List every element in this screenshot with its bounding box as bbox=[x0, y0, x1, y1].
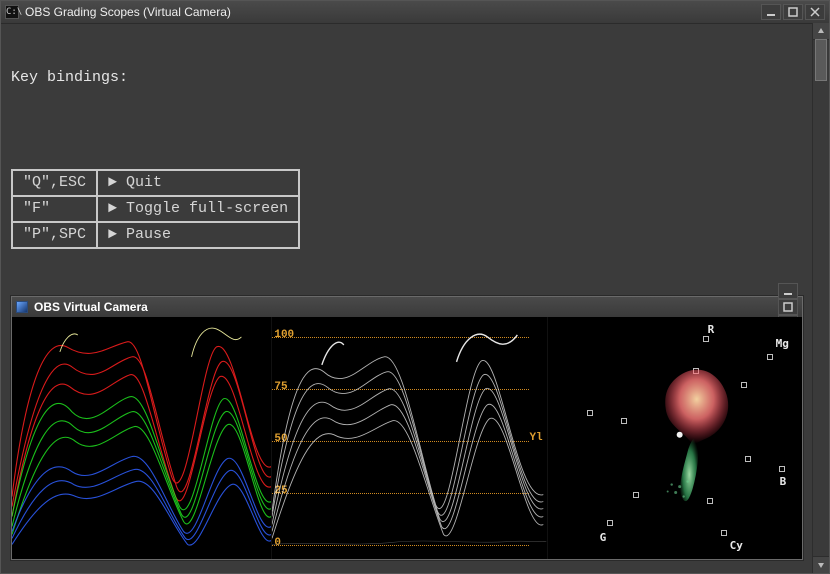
luma-waveform-graphic bbox=[272, 317, 546, 556]
main-titlebar[interactable]: C:\ OBS Grading Scopes (Virtual Camera) bbox=[1, 1, 829, 24]
desc-cell: ► Pause bbox=[97, 222, 299, 248]
vectorscope-trace bbox=[548, 317, 802, 556]
key-cell: "F" bbox=[12, 196, 97, 222]
table-row: "P",SPC ► Pause bbox=[12, 222, 299, 248]
rgb-parade-scope bbox=[12, 317, 272, 559]
vertical-scrollbar[interactable] bbox=[812, 23, 829, 573]
keybindings-table: "Q",ESC ► Quit "F" ► Toggle full-screen … bbox=[11, 169, 300, 249]
keybindings-heading: Key bindings: bbox=[11, 69, 803, 87]
arrow-icon: ► bbox=[108, 174, 117, 191]
main-title: OBS Grading Scopes (Virtual Camera) bbox=[25, 5, 761, 19]
console-icon: C:\ bbox=[5, 5, 19, 19]
desc-cell: ► Toggle full-screen bbox=[97, 196, 299, 222]
arrow-icon: ► bbox=[108, 226, 117, 243]
vectorscope: R Mg B Cy G bbox=[548, 317, 802, 559]
maximize-button[interactable] bbox=[783, 4, 803, 20]
close-button[interactable] bbox=[805, 4, 825, 20]
scroll-down-button[interactable] bbox=[813, 556, 829, 573]
key-cell: "P",SPC bbox=[12, 222, 97, 248]
maximize-button[interactable] bbox=[778, 299, 798, 315]
table-row: "Q",ESC ► Quit bbox=[12, 170, 299, 196]
luma-waveform-scope: 100 75 50 25 0 Yl bbox=[272, 317, 547, 559]
table-row: "F" ► Toggle full-screen bbox=[12, 196, 299, 222]
app-icon bbox=[16, 301, 28, 313]
rgb-waveform-graphic bbox=[12, 317, 271, 556]
scroll-up-button[interactable] bbox=[813, 23, 829, 40]
main-window: C:\ OBS Grading Scopes (Virtual Camera) … bbox=[0, 0, 830, 574]
minimize-button[interactable] bbox=[761, 4, 781, 20]
desc-cell: ► Quit bbox=[97, 170, 299, 196]
preview-titlebar[interactable]: OBS Virtual Camera bbox=[12, 297, 802, 317]
minimize-button[interactable] bbox=[778, 283, 798, 299]
key-cell: "Q",ESC bbox=[12, 170, 97, 196]
scroll-thumb[interactable] bbox=[815, 39, 827, 81]
scopes-area: 100 75 50 25 0 Yl bbox=[12, 317, 802, 559]
preview-window: OBS Virtual Camera bbox=[11, 296, 803, 560]
arrow-icon: ► bbox=[108, 200, 117, 217]
window-system-buttons bbox=[761, 4, 825, 20]
preview-title: OBS Virtual Camera bbox=[34, 300, 778, 314]
